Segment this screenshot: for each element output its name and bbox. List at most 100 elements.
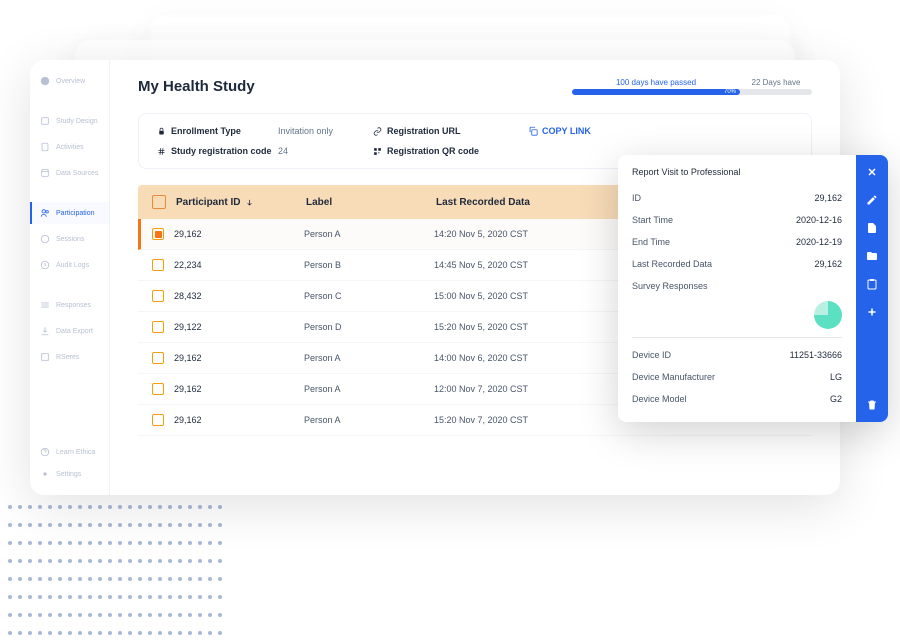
panel-row: Device Manufacturer LG <box>632 366 842 388</box>
enrollment-type-label: Enrollment Type <box>157 126 272 136</box>
panel-row: ID29,162 <box>632 187 842 209</box>
sidebar: Overview Study Design Activities Data So… <box>30 60 110 495</box>
row-checkbox[interactable] <box>152 290 164 302</box>
edit-button[interactable] <box>865 193 879 207</box>
row-checkbox[interactable] <box>152 414 164 426</box>
sidebar-item-data-export[interactable]: Data Export <box>30 320 109 342</box>
folder-button[interactable] <box>865 249 879 263</box>
progress-bar: 70% <box>572 89 812 95</box>
panel-key: ID <box>632 193 641 203</box>
sort-down-icon <box>245 198 254 207</box>
document-icon <box>866 222 878 234</box>
rseres-icon <box>40 352 50 362</box>
panel-title: Report Visit to Professional <box>632 167 842 177</box>
progress: 100 days have passed 22 Days have 70% <box>572 78 812 95</box>
cell-label: Person A <box>304 229 424 239</box>
progress-passed-label: 100 days have passed <box>572 78 740 87</box>
sidebar-item-label: Activities <box>56 144 84 151</box>
sidebar-item-learn[interactable]: Learn Ethica <box>30 441 109 463</box>
reg-qr-label: Registration QR code <box>373 146 488 156</box>
panel-row: End Time2020-12-19 <box>632 231 842 253</box>
hash-icon <box>157 147 166 156</box>
sidebar-item-label: Participation <box>56 210 95 217</box>
close-icon <box>866 166 878 178</box>
sidebar-item-activities[interactable]: Activities <box>30 136 109 158</box>
panel-value: 11251-33666 <box>790 350 842 360</box>
panel-divider <box>632 337 842 338</box>
cell-participant-id: 29,122 <box>174 322 294 332</box>
panel-row: Start Time2020-12-16 <box>632 209 842 231</box>
sidebar-item-responses[interactable]: Responses <box>30 294 109 316</box>
cell-label: Person B <box>304 260 424 270</box>
panel-key: Last Recorded Data <box>632 259 712 269</box>
sidebar-item-label: Sessions <box>56 236 84 243</box>
reg-code-label: Study registration code <box>157 146 272 156</box>
sidebar-item-study-design[interactable]: Study Design <box>30 110 109 132</box>
sidebar-item-overview[interactable]: Overview <box>30 70 109 92</box>
sidebar-item-sessions[interactable]: Sessions <box>30 228 109 250</box>
folder-icon <box>866 250 878 262</box>
progress-remain-label: 22 Days have <box>740 78 812 87</box>
panel-value: 2020-12-16 <box>796 215 842 225</box>
panel-actions <box>856 155 888 422</box>
sidebar-item-data-sources[interactable]: Data Sources <box>30 162 109 184</box>
panel-row: Device ModelG2 <box>632 388 842 410</box>
panel-row: Device ID11251-33666 <box>632 344 842 366</box>
row-checkbox[interactable] <box>152 259 164 271</box>
row-checkbox[interactable] <box>152 228 164 240</box>
delete-button[interactable] <box>865 398 879 412</box>
column-label[interactable]: Label <box>306 197 426 208</box>
sessions-icon <box>40 234 50 244</box>
select-all-checkbox[interactable] <box>152 195 166 209</box>
sidebar-item-label: Learn Ethica <box>56 449 95 456</box>
panel-value: LG <box>830 372 842 382</box>
sidebar-item-label: Data Export <box>56 328 93 335</box>
cell-participant-id: 29,162 <box>174 384 294 394</box>
panel-row: Last Recorded Data29,162 <box>632 253 842 275</box>
survey-pie-chart <box>814 301 842 329</box>
header: My Health Study 100 days have passed 22 … <box>138 78 812 95</box>
add-button[interactable] <box>865 305 879 319</box>
plus-icon <box>866 306 878 318</box>
sidebar-item-rseres[interactable]: RSeres <box>30 346 109 368</box>
cell-participant-id: 29,162 <box>174 415 294 425</box>
document-button[interactable] <box>865 221 879 235</box>
cell-label: Person A <box>304 384 424 394</box>
sidebar-item-label: Settings <box>56 471 81 478</box>
column-participant-id[interactable]: Participant ID <box>176 197 296 208</box>
edit-icon <box>866 194 878 206</box>
copy-icon <box>528 126 538 136</box>
copy-link-button[interactable]: COPY LINK <box>528 126 591 136</box>
row-checkbox[interactable] <box>152 321 164 333</box>
reg-url-label: Registration URL <box>373 126 488 136</box>
cell-label: Person A <box>304 415 424 425</box>
reg-code-value: 24 <box>278 146 288 156</box>
close-button[interactable] <box>865 165 879 179</box>
lock-icon <box>157 127 166 136</box>
row-checkbox[interactable] <box>152 352 164 364</box>
cell-label: Person D <box>304 322 424 332</box>
panel-key: End Time <box>632 237 670 247</box>
sidebar-item-participation[interactable]: Participation <box>30 202 109 224</box>
sidebar-item-audit-logs[interactable]: Audit Logs <box>30 254 109 276</box>
sidebar-item-label: Study Design <box>56 118 98 125</box>
trash-icon <box>866 399 878 411</box>
responses-icon <box>40 300 50 310</box>
copy-button[interactable] <box>865 277 879 291</box>
dataexport-icon <box>40 326 50 336</box>
sidebar-item-label: RSeres <box>56 354 79 361</box>
row-checkbox[interactable] <box>152 383 164 395</box>
panel-key: Device Manufacturer <box>632 372 715 382</box>
panel-key: Device Model <box>632 394 687 404</box>
auditlogs-icon <box>40 260 50 270</box>
cell-participant-id: 29,162 <box>174 229 294 239</box>
overview-icon <box>40 76 50 86</box>
page-title: My Health Study <box>138 78 255 95</box>
survey-responses-label: Survey Responses <box>632 281 708 291</box>
qr-icon <box>373 147 382 156</box>
design-icon <box>40 116 50 126</box>
sidebar-item-settings[interactable]: Settings <box>30 463 109 485</box>
datasources-icon <box>40 168 50 178</box>
detail-panel: Report Visit to Professional ID29,162Sta… <box>618 155 888 422</box>
link-icon <box>373 127 382 136</box>
